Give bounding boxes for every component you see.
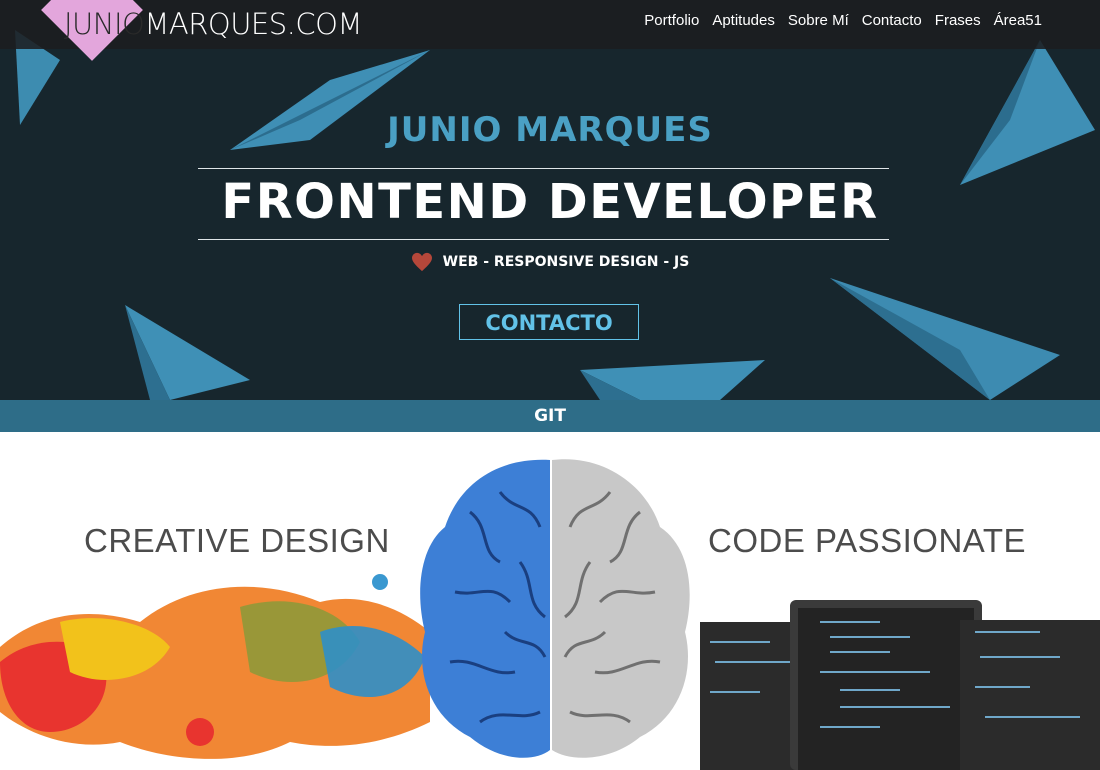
nav-link-aptitudes[interactable]: Aptitudes: [712, 11, 775, 31]
git-label: GIT: [534, 406, 566, 426]
hero-tags-text: WEB - RESPONSIVE DESIGN - JS: [442, 254, 690, 270]
hero-tags: WEB - RESPONSIVE DESIGN - JS: [0, 252, 1100, 272]
nav-link-contacto[interactable]: Contacto: [862, 11, 922, 31]
nav-link-area51[interactable]: Área51: [994, 11, 1042, 31]
top-nav: JUNIOMARQUES.COM Portfolio Aptitudes Sob…: [0, 0, 1100, 61]
nav-link-sobre-mi[interactable]: Sobre Mí: [788, 11, 849, 31]
hero-role: FRONTEND DEVELOPER: [221, 174, 879, 230]
divider-bottom: [198, 239, 889, 240]
code-passionate-text: CODE PASSIONATE: [708, 522, 1027, 559]
nav-link-portfolio[interactable]: Portfolio: [644, 11, 699, 31]
git-bar[interactable]: GIT: [0, 400, 1100, 432]
brain-illustration: [0, 459, 1100, 770]
hero-content: JUNIO MARQUES FRONTEND DEVELOPER WEB - R…: [0, 0, 1100, 400]
nav-links: Portfolio Aptitudes Sobre Mí Contacto Fr…: [644, 11, 1042, 31]
hero-section: JUNIOMARQUES.COM Portfolio Aptitudes Sob…: [0, 0, 1100, 432]
creative-design-text: CREATIVE DESIGN: [84, 522, 390, 559]
divider-top: [198, 168, 889, 169]
site-logo[interactable]: JUNIOMARQUES.COM: [64, 7, 362, 41]
heart-icon: [411, 252, 432, 272]
hero-name: JUNIO MARQUES: [387, 110, 713, 150]
logo-part-b: MARQUES.COM: [144, 7, 362, 41]
nav-link-frases[interactable]: Frases: [935, 11, 981, 31]
banner-section: CREATIVE DESIGN CODE PASSIONATE: [0, 432, 1100, 770]
contact-button[interactable]: CONTACTO: [459, 304, 639, 340]
logo-part-a: JUNIO: [64, 7, 145, 41]
